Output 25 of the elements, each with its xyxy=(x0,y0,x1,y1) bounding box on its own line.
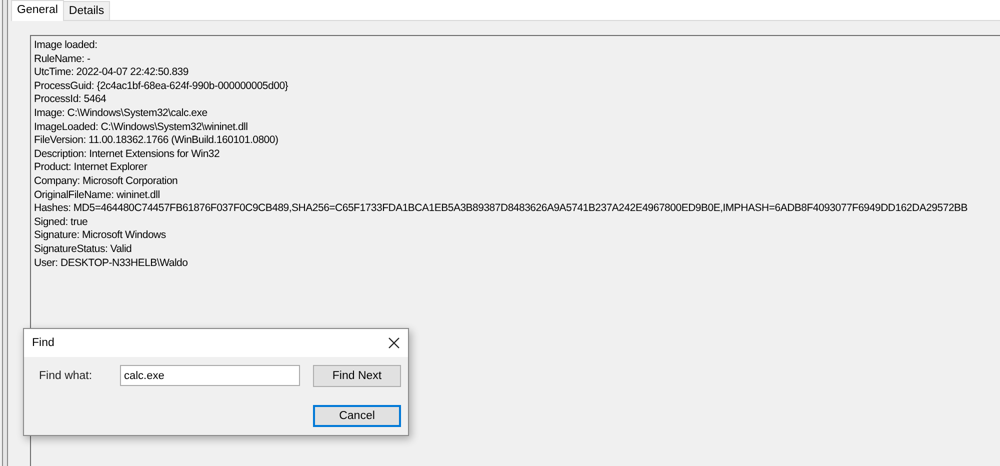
event-line: Signature: Microsoft Windows xyxy=(34,229,167,243)
event-line: Signed: true xyxy=(34,216,89,230)
event-line: UtcTime: 2022-04-07 22:42:50.839 xyxy=(34,66,190,80)
tab[interactable]: General xyxy=(11,0,64,21)
event-line: Company: Microsoft Corporation xyxy=(34,174,179,189)
event-line: ProcessId: 5464 xyxy=(34,93,108,107)
event-line: Product: Internet Explorer xyxy=(34,161,148,175)
event-line: ImageLoaded: C:\Windows\System32\wininet.dll xyxy=(34,120,249,134)
event-line: OriginalFileName: wininet.dll xyxy=(34,188,161,202)
event-line: SignatureStatus: Valid xyxy=(34,242,133,256)
event-line: Image loaded: xyxy=(34,39,98,53)
find-what-label: Find what: xyxy=(39,370,94,382)
event-line: Image: C:\Windows\System32\calc.exe xyxy=(34,106,208,121)
find-what-field[interactable]: calc.exe xyxy=(120,365,300,386)
tab[interactable]: Details xyxy=(62,1,110,20)
dialog-button[interactable]: Cancel xyxy=(313,405,401,427)
close-icon[interactable] xyxy=(388,337,400,349)
event-line: User: DESKTOP-N33HELB\Waldo xyxy=(34,256,189,270)
event-line: Hashes: MD5=464480C74457FB61876F037F0C9CB489,SHA256=C65F1733FDA1BCA1EB5A3B89387D8483626A9A5741B237A242E4967800ED9B0E,IMPHASH=6ADB8F4093077F6949DD162DA29572BB xyxy=(34,202,969,216)
event-line: RuleName: - xyxy=(34,52,92,66)
event-line: Description: Internet Extensions for Win32 xyxy=(34,148,221,162)
dialog-title: Find xyxy=(32,337,54,349)
dialog-button[interactable]: Find Next xyxy=(313,365,401,387)
event-line: FileVersion: 11.00.18362.1766 (WinBuild.160101.0800) xyxy=(34,134,280,148)
event-line: ProcessGuid: {2c4ac1bf-68ea-624f-990b-000000005d00} xyxy=(34,80,290,94)
